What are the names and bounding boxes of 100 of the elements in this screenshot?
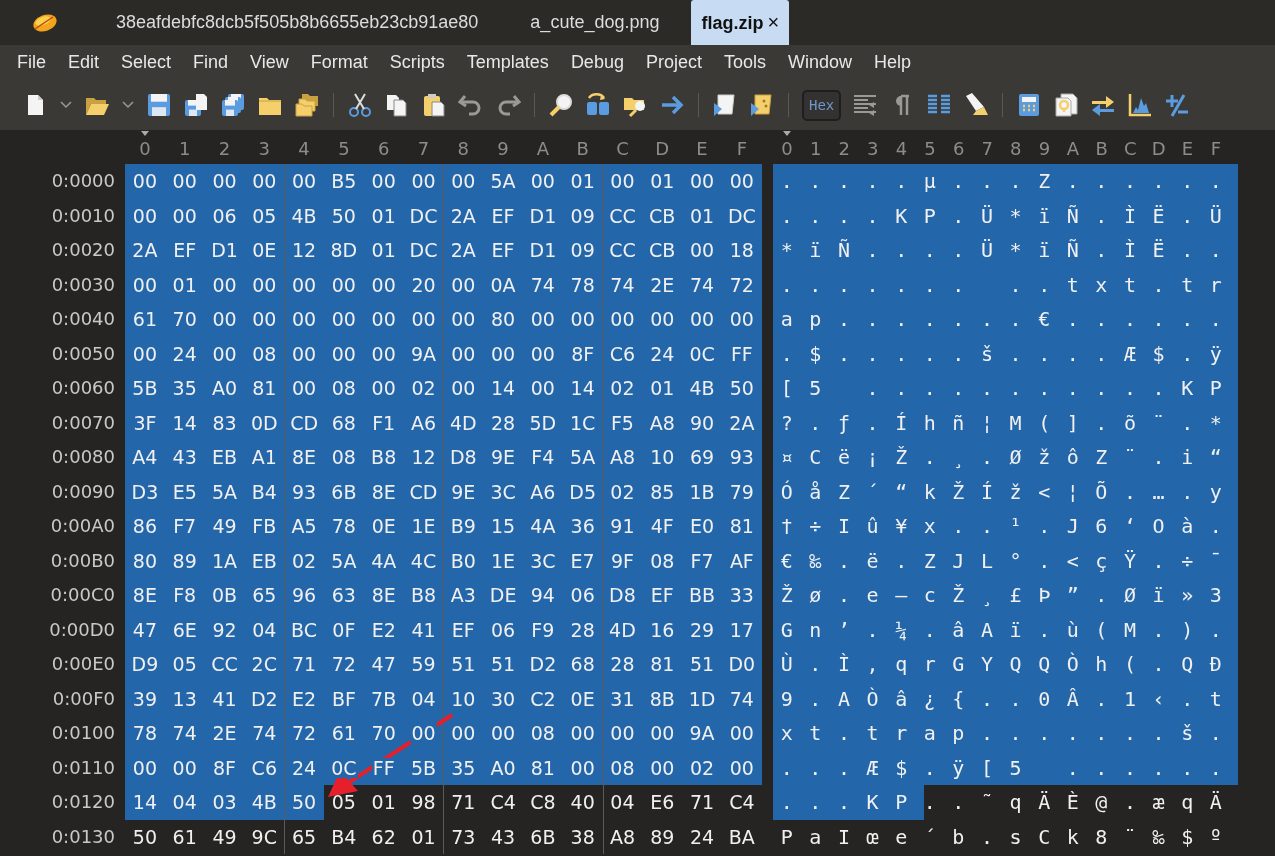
hex-byte: C8 — [529, 792, 557, 812]
run-script-icon[interactable] — [712, 92, 738, 118]
file-tab[interactable]: flag.zip × — [691, 0, 790, 45]
hex-byte: 96 — [291, 585, 318, 605]
hex-byte: 04 — [171, 792, 198, 812]
menu-item[interactable]: Project — [634, 45, 713, 80]
highlighter-icon[interactable] — [963, 92, 990, 118]
menu-item[interactable]: Tools — [712, 45, 777, 80]
column-header: F — [735, 137, 749, 161]
help-document-icon[interactable] — [1053, 92, 1080, 118]
hex-byte: D2 — [528, 654, 558, 674]
menu-item[interactable]: File — [6, 45, 57, 80]
menu-item[interactable]: Scripts — [378, 45, 456, 80]
save-icon[interactable] — [146, 92, 172, 118]
hex-byte: 2A — [131, 240, 159, 260]
hex-byte: 08 — [330, 447, 357, 467]
hex-byte: 00 — [251, 171, 278, 191]
menu-item[interactable]: Debug — [559, 45, 635, 80]
menu-item[interactable]: Templates — [455, 45, 560, 80]
menu-item[interactable]: Format — [299, 45, 379, 80]
hex-byte: 8D — [329, 240, 359, 260]
close-tab-button[interactable]: × — [767, 11, 780, 33]
folders-icon[interactable] — [294, 92, 320, 118]
hex-byte: F8 — [172, 585, 198, 605]
ascii-text: xt.trap.......š. — [772, 716, 1239, 751]
ascii-text: *ïÑ....Ü*ïÑ.ÌË.. — [772, 233, 1239, 268]
hex-byte: EF — [490, 240, 516, 260]
histogram-icon[interactable] — [1127, 92, 1154, 118]
hex-byte: CC — [608, 240, 637, 260]
column-header: 9 — [496, 137, 510, 161]
paste-icon[interactable] — [421, 92, 447, 118]
hex-byte: 01 — [569, 171, 596, 191]
hex-byte: 00 — [370, 171, 397, 191]
hex-byte: 73 — [450, 826, 477, 847]
offset-label: 0:0100 — [50, 721, 116, 745]
column-header: A — [535, 137, 551, 161]
column-header: 2 — [217, 137, 232, 161]
hex-byte: 00 — [450, 171, 477, 191]
hex-byte: 04 — [609, 792, 636, 812]
hex-byte: D8 — [608, 585, 637, 605]
column-header: 4 — [894, 137, 909, 161]
column-header: 5 — [923, 137, 937, 161]
hex-byte: 50 — [131, 826, 158, 847]
file-tab[interactable]: a_cute_dog.png — [504, 0, 686, 45]
hex-byte: 81 — [728, 516, 755, 536]
ascii-text: ....KP.Ü*ïÑ.ÌË.Ü — [772, 198, 1239, 233]
hex-byte: 1E — [410, 516, 437, 536]
offset-label: 0:00C0 — [49, 583, 116, 607]
hex-toggle-button[interactable]: Hex — [802, 89, 842, 121]
column-header: B — [575, 137, 590, 161]
hex-byte: 68 — [569, 654, 596, 674]
copy-icon[interactable] — [384, 92, 410, 118]
column-header: E — [1180, 137, 1195, 161]
hex-byte: 65 — [251, 585, 278, 605]
offset-label: 0:0000 — [50, 169, 116, 193]
ascii-text: ÓåZ´“kŽÍž<¦Õ.….y — [772, 474, 1239, 509]
column-header: 4 — [297, 137, 311, 161]
hex-byte: CB — [648, 240, 677, 260]
menu-item[interactable]: Edit — [57, 45, 111, 80]
hex-byte: 49 — [211, 516, 238, 536]
cut-icon[interactable] — [347, 92, 373, 118]
hex-byte: 51 — [450, 654, 477, 674]
hex-byte: 40 — [569, 792, 596, 812]
menu-item[interactable]: Help — [863, 45, 923, 80]
hex-byte: 00 — [688, 171, 716, 191]
menu-item[interactable]: View — [239, 45, 300, 80]
ascii-text: ..˜qÄÈ@.æqÄ — [922, 789, 1239, 816]
menu-item[interactable]: Select — [110, 45, 183, 80]
hex-byte: 00 — [649, 309, 676, 329]
tab-label: flag.zip — [701, 13, 764, 33]
hex-byte: 00 — [211, 309, 238, 329]
hex-byte: 05 — [171, 654, 198, 674]
hex-byte: 14 — [569, 378, 596, 398]
menu-item[interactable]: Find — [182, 45, 240, 80]
hex-byte: C4 — [489, 792, 517, 812]
run-template-icon[interactable] — [749, 92, 775, 118]
file-tab[interactable]: 38eafdebfc8dcb5f505b8b6655eb23cb91ae80 — [90, 0, 505, 45]
hex-byte: 59 — [410, 654, 437, 674]
menu-item[interactable]: Window — [777, 45, 863, 80]
column-header: 9 — [1037, 137, 1052, 161]
hex-byte: A3 — [449, 585, 477, 605]
hex-byte: 00 — [489, 723, 517, 743]
save-as-icon[interactable] — [183, 92, 209, 118]
search-icon[interactable] — [548, 92, 574, 118]
hex-byte: 00 — [688, 240, 716, 260]
word-wrap-icon[interactable] — [852, 92, 879, 118]
hex-byte: 91 — [609, 516, 636, 536]
plus-minus-icon[interactable] — [1164, 92, 1191, 118]
replace-icon[interactable] — [585, 92, 611, 118]
hex-byte: 89 — [649, 826, 676, 847]
save-all-icon[interactable] — [220, 92, 246, 118]
hex-byte: BB — [688, 585, 717, 605]
hex-byte: 5A — [489, 171, 517, 191]
hex-byte: 00 — [728, 309, 755, 329]
ascii-text: Žø.e–cŽ¸£Þ”.Øï»3 — [772, 578, 1239, 613]
hex-byte: 71 — [688, 792, 716, 812]
offset-label: 0:0040 — [50, 307, 116, 331]
hex-byte: 35 — [171, 378, 198, 398]
hex-byte: 01 — [649, 171, 676, 191]
hex-byte: 61 — [131, 309, 158, 329]
